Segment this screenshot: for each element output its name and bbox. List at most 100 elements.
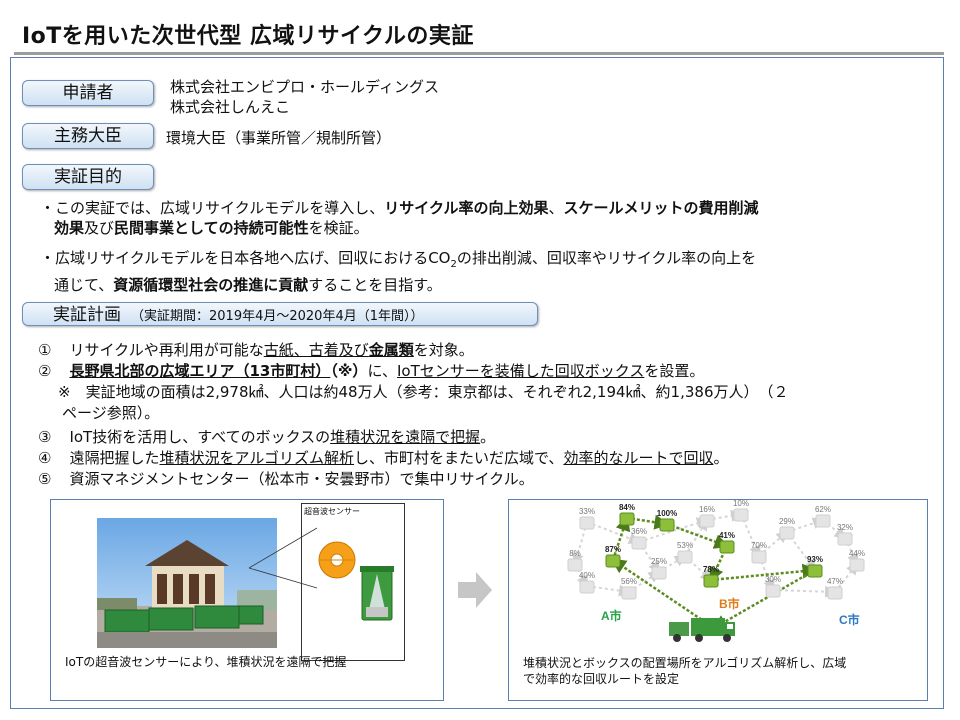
plan-item-2: ② 長野県北部の広域エリア（13市町村）（※）に、IoTセンサーを装備した回収ボッ… [38, 361, 704, 381]
box-fill-level: 44% [849, 549, 865, 558]
applicant-label: 申請者 [22, 80, 154, 106]
green-container [148, 607, 194, 631]
item-number: ③ [38, 428, 52, 446]
text: 遠隔把握した [69, 449, 160, 467]
underlined-bold: 長野県北部の広域エリア（13市町村） [69, 362, 330, 380]
collection-box-icon: 25% [651, 557, 667, 580]
box-fill-level: 100% [657, 509, 677, 518]
plan-item-1: ① リサイクルや再利用が可能な古紙、古着及び金属類を対象。 [38, 340, 474, 360]
box-fill-level: 78% [703, 565, 719, 574]
purpose-bullet-1: ・この実証では、広域リサイクルモデルを導入し、リサイクル率の向上効果、スケールメ… [40, 198, 759, 238]
city-label: A市 [601, 608, 622, 623]
emphasis: 長野県北部の広域エリア（13市町村） [69, 362, 331, 380]
box-fill-level: 33% [579, 507, 595, 516]
plan-note-line-2: ページ参照）。 [62, 404, 160, 422]
text: リサイクルや再利用が可能な [69, 341, 264, 359]
city-label: B市 [719, 596, 740, 611]
city-label: C市 [839, 612, 860, 627]
box-fill-level: 36% [631, 527, 647, 536]
emphasis: 民間事業としての持続可能性 [114, 219, 309, 237]
text: を検証。 [308, 219, 369, 237]
collection-box-icon: 56% [621, 577, 637, 600]
underlined: 堆積状況を遠隔で把握 [330, 428, 481, 446]
collection-box-icon: 29% [779, 517, 795, 540]
collection-box-icon: 8% [567, 549, 583, 572]
text: を設置。 [644, 362, 705, 380]
collection-box-icon: 33% [579, 507, 595, 530]
box-fill-level: 53% [677, 541, 693, 550]
collection-box-icon: 44% [849, 549, 865, 572]
box-fill-level: 25% [651, 557, 667, 566]
arrow-right-icon [458, 572, 492, 608]
box-fill-level: 32% [837, 523, 853, 532]
underlined: IoTセンサーを装備した回収ボックス [397, 362, 645, 380]
box-fill-level: 40% [579, 571, 595, 580]
collection-box-icon: 70% [751, 541, 767, 564]
emphasis: 金属類 [368, 341, 414, 359]
text: を対象。 [413, 341, 474, 359]
box-fill-level: 47% [827, 577, 843, 586]
collection-box-icon: 32% [837, 523, 853, 546]
box-fill-level: 62% [815, 505, 831, 514]
collection-box-icon: 36% [631, 527, 647, 550]
text: の排出削減、回収率やリサイクル率の向上を [456, 249, 757, 267]
item-number: ④ [38, 449, 52, 467]
box-fill-level: 87% [605, 545, 621, 554]
item-number: ① [38, 341, 52, 359]
item-number: ⑤ [38, 470, 52, 488]
page-title: IoTを用いた次世代型 広域リサイクルの実証 [22, 24, 474, 49]
collection-site-photo [97, 518, 277, 648]
green-container [194, 605, 240, 629]
applicant-value-2: 株式会社しんえこ [170, 98, 291, 116]
box-fill-level: 56% [621, 577, 637, 586]
minister-label: 主務大臣 [22, 123, 154, 149]
plan-item-4: ④ 遠隔把握した堆積状況をアルゴリズム解析し、市町村をまたいだ広域で、効率的なルー… [38, 448, 728, 468]
text: することを目指す。 [308, 276, 442, 294]
text: 及び [84, 219, 115, 237]
emphasis: 効果 [54, 219, 85, 237]
title-rule [14, 52, 944, 55]
box-fill-level: 8% [569, 549, 581, 558]
collection-box-icon: 40% [579, 571, 595, 594]
left-panel: 超音波センサー IoTの超音波センサーにより、堆積状況を遠隔で把握 [50, 499, 444, 701]
text: に、 [367, 362, 397, 380]
box-fill-level: 93% [807, 555, 823, 564]
box-fill-level: 70% [751, 541, 767, 550]
left-panel-caption: IoTの超音波センサーにより、堆積状況を遠隔で把握 [65, 655, 347, 669]
text: ・広域リサイクルモデルを日本各地へ広げ、回収におけるCO [40, 249, 451, 267]
collection-box-icon: 47% [827, 577, 843, 600]
collection-box-icon: 84% [619, 503, 635, 526]
underlined: 古紙、古着及び [263, 341, 369, 359]
right-panel-caption-line-2: で効率的な回収ルートを設定 [523, 672, 680, 686]
collection-box-icon: 62% [815, 505, 831, 528]
plan-label: 実証計画 （実証期間：2019年4月～2020年4月（1年間）） [22, 302, 538, 326]
box-fill-level: 29% [779, 517, 795, 526]
emphasis: （※） [330, 362, 368, 380]
text: 、 [548, 199, 564, 217]
text: 通じて、 [54, 276, 114, 294]
box-fill-level: 30% [765, 575, 781, 584]
underlined: 堆積状況をアルゴリズム解析 [159, 449, 355, 467]
text: 。 [480, 428, 496, 446]
collection-box-icon: 78% [703, 565, 719, 588]
text: 資源マネジメントセンター（松本市・安曇野市）で集中リサイクル。 [69, 470, 534, 488]
box-fill-level: 16% [699, 505, 715, 514]
text: IoT技術を活用し、すべてのボックスの [69, 428, 331, 446]
emphasis: スケールメリットの費用削減 [563, 199, 759, 217]
sensor-inset: 超音波センサー [301, 503, 405, 661]
applicant-value-1: 株式会社エンビプロ・ホールディングス [170, 78, 439, 96]
emphasis: リサイクル率の向上効果 [384, 199, 549, 217]
minister-value: 環境大臣（事業所管／規制所管） [166, 129, 392, 147]
plan-period: （実証期間：2019年4月～2020年4月（1年間）） [131, 309, 424, 324]
purpose-label: 実証目的 [22, 164, 154, 190]
garbage-truck-icon [669, 618, 735, 642]
collection-box-icon: 87% [605, 545, 621, 568]
collection-box-icon: 10% [733, 500, 749, 522]
plan-note-line-1: ※ 実証地域の面積は2,978㎢、人口は約48万人（参考：東京都は、それぞれ2,… [58, 383, 789, 401]
plan-item-5: ⑤ 資源マネジメントセンター（松本市・安曇野市）で集中リサイクル。 [38, 469, 534, 489]
route-edge-inactive [772, 585, 837, 598]
right-panel: 33% 84% 100% 16% 10% 29% 62% 32% 36% 53% 41% 70% 8% 8… [508, 499, 928, 701]
text: ・この実証では、広域リサイクルモデルを導入し、 [40, 199, 385, 217]
underlined: 効率的なルートで回収 [563, 449, 714, 467]
route-map: 33% 84% 100% 16% 10% 29% 62% 32% 36% 53% 41% 70% 8% 8… [567, 500, 865, 642]
